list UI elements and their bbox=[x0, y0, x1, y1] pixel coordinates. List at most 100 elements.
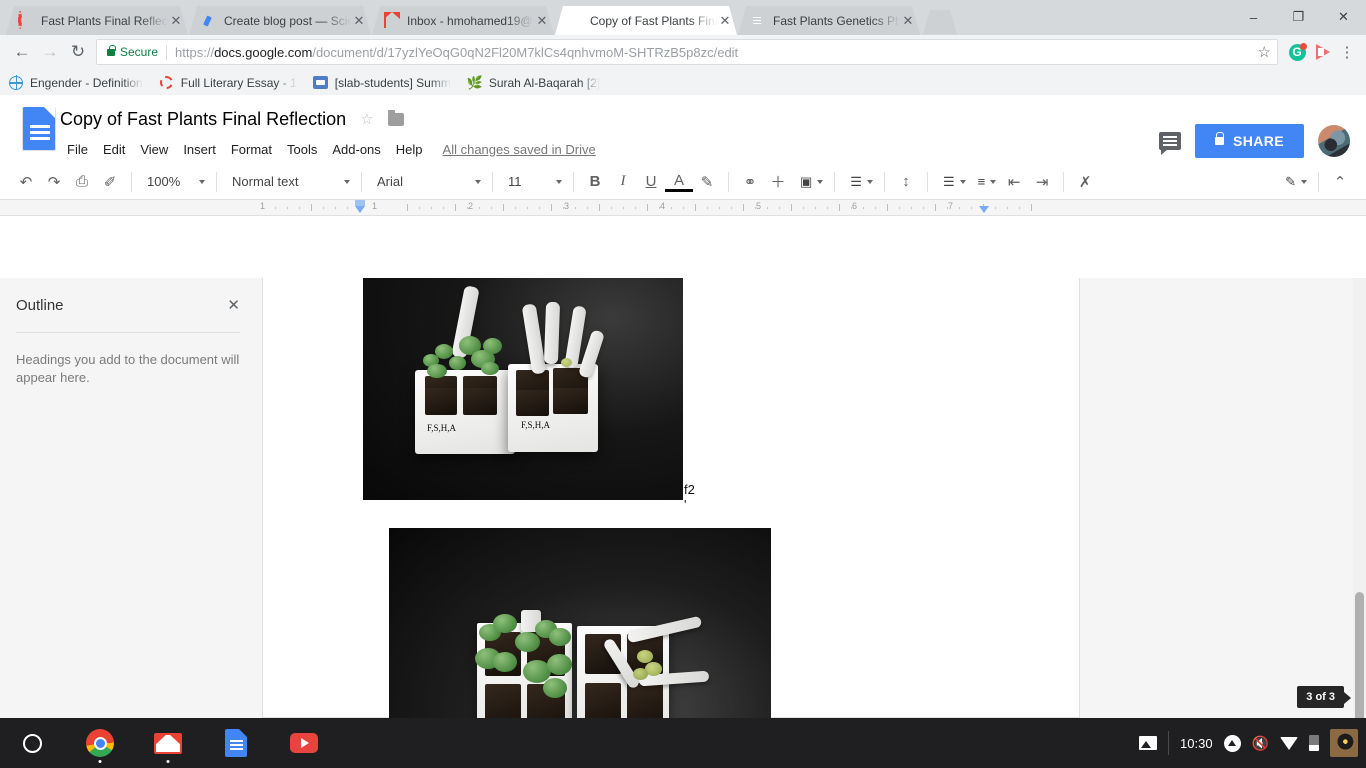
star-icon[interactable]: ☆ bbox=[360, 110, 373, 128]
bookmark-item[interactable]: [slab-students] Summ bbox=[313, 75, 451, 91]
tab-close-button[interactable]: ✕ bbox=[168, 14, 184, 27]
maximize-button[interactable]: ❐ bbox=[1276, 0, 1321, 34]
close-window-button[interactable]: ✕ bbox=[1321, 0, 1366, 34]
plant-photo-2[interactable] bbox=[389, 528, 771, 718]
menu-add-ons[interactable]: Add-ons bbox=[325, 139, 387, 160]
grammarly-icon[interactable]: G bbox=[1284, 39, 1310, 65]
bookmark-item[interactable]: Full Literary Essay - 1 bbox=[159, 75, 297, 91]
bookmark-star-icon[interactable]: ☆ bbox=[1258, 43, 1271, 61]
clock[interactable]: 10:30 bbox=[1180, 736, 1213, 751]
menu-help[interactable]: Help bbox=[389, 139, 430, 160]
menu-view[interactable]: View bbox=[133, 139, 175, 160]
document-canvas[interactable]: F,S,H,A F,S,H,A bbox=[256, 278, 1366, 718]
toolbar-right-group: ✎ ⌃ bbox=[1277, 168, 1354, 196]
volume-muted-icon[interactable]: 🔇 bbox=[1252, 735, 1269, 752]
toolbar-divider bbox=[361, 172, 362, 192]
upload-icon[interactable] bbox=[1224, 735, 1241, 752]
tab-close-button[interactable]: ✕ bbox=[351, 14, 367, 27]
increase-indent-button[interactable]: ⇥ bbox=[1028, 168, 1056, 196]
document-scrollbar-track[interactable] bbox=[1353, 278, 1366, 718]
paragraph-style-select[interactable]: Normal text bbox=[224, 168, 354, 196]
zoom-select[interactable]: 100% bbox=[139, 168, 209, 196]
editing-mode-button[interactable]: ✎ bbox=[1277, 168, 1311, 196]
align-button[interactable]: ☰ bbox=[842, 168, 877, 196]
battery-icon[interactable] bbox=[1309, 735, 1319, 751]
browser-tab-0[interactable]: Fast Plants Final Reflecti ✕ bbox=[6, 6, 188, 35]
decrease-indent-button[interactable]: ⇤ bbox=[1000, 168, 1028, 196]
forward-button[interactable]: → bbox=[36, 38, 64, 66]
chevron-down-icon bbox=[344, 180, 350, 184]
document-image-2-wrap[interactable]: f2 bbox=[389, 528, 771, 718]
menu-insert[interactable]: Insert bbox=[176, 139, 223, 160]
numbered-list-button[interactable]: ☰ bbox=[935, 168, 970, 196]
bold-button[interactable]: B bbox=[581, 168, 609, 196]
clear-formatting-button[interactable]: ✗ bbox=[1071, 168, 1099, 196]
google-docs-icon[interactable] bbox=[16, 107, 50, 151]
menu-tools[interactable]: Tools bbox=[280, 139, 324, 160]
tab-close-button[interactable]: ✕ bbox=[717, 14, 733, 27]
tab-close-button[interactable]: ✕ bbox=[534, 14, 550, 27]
bulleted-list-icon: ≡ bbox=[978, 174, 986, 189]
document-ruler[interactable]: 1 1 2 3 4 5 6 7 bbox=[256, 200, 1366, 215]
redo-button[interactable]: ↷ bbox=[40, 168, 68, 196]
wifi-icon[interactable] bbox=[1280, 737, 1298, 750]
close-icon[interactable]: ✕ bbox=[227, 296, 240, 314]
screenshot-icon[interactable] bbox=[1139, 736, 1157, 750]
browser-tab-3-active[interactable]: Copy of Fast Plants Fina ✕ bbox=[555, 6, 737, 35]
ring-icon bbox=[18, 13, 34, 29]
album-art[interactable] bbox=[1330, 729, 1358, 757]
move-to-folder-icon[interactable] bbox=[388, 113, 404, 126]
italic-button[interactable]: I bbox=[609, 168, 637, 196]
comments-icon[interactable] bbox=[1159, 132, 1181, 150]
document-image-1-wrap[interactable]: F,S,H,A F,S,H,A bbox=[363, 278, 683, 500]
share-button[interactable]: SHARE bbox=[1195, 124, 1304, 158]
avatar[interactable] bbox=[1318, 125, 1350, 157]
save-status[interactable]: All changes saved in Drive bbox=[443, 142, 596, 157]
document-scrollbar-thumb[interactable] bbox=[1355, 592, 1364, 718]
pocket-icon[interactable] bbox=[1310, 39, 1336, 65]
toolbar-divider bbox=[216, 172, 217, 192]
address-bar[interactable]: Secure https://docs.google.com/document/… bbox=[96, 39, 1278, 65]
reload-button[interactable]: ↻ bbox=[64, 38, 92, 66]
undo-button[interactable]: ↶ bbox=[12, 168, 40, 196]
tab-title: Inbox - hmohamed19@s bbox=[407, 14, 534, 28]
collapse-toolbar-button[interactable]: ⌃ bbox=[1326, 168, 1354, 196]
bookmark-item[interactable]: 🌿 Surah Al-Baqarah [2] bbox=[467, 75, 600, 91]
document-title[interactable]: Copy of Fast Plants Final Reflection bbox=[60, 109, 346, 130]
browser-tab-1[interactable]: Create blog post — Scien ✕ bbox=[189, 6, 371, 35]
gmail-icon[interactable] bbox=[144, 719, 192, 767]
system-taskbar: 10:30 🔇 bbox=[0, 718, 1366, 768]
bookmark-item[interactable]: Engender - Definition bbox=[8, 75, 143, 91]
browser-tab-2[interactable]: Inbox - hmohamed19@s ✕ bbox=[372, 6, 554, 35]
plant-photo-1[interactable]: F,S,H,A F,S,H,A bbox=[363, 278, 683, 500]
line-spacing-button[interactable]: ↕ bbox=[892, 168, 920, 196]
chrome-icon[interactable] bbox=[76, 719, 124, 767]
google-docs-icon[interactable] bbox=[212, 719, 260, 767]
font-select[interactable]: Arial bbox=[369, 168, 485, 196]
highlight-color-button[interactable]: ✎ bbox=[693, 168, 721, 196]
menu-format[interactable]: Format bbox=[224, 139, 279, 160]
new-tab-button[interactable] bbox=[923, 10, 957, 34]
font-size-select[interactable]: 11 bbox=[500, 168, 566, 196]
insert-link-button[interactable]: ⚭ bbox=[736, 168, 764, 196]
text-color-button[interactable]: A bbox=[665, 171, 693, 192]
insert-image-button[interactable]: ▣ bbox=[792, 168, 827, 196]
add-comment-button[interactable]: ＋ bbox=[764, 168, 792, 196]
document-page[interactable]: F,S,H,A F,S,H,A bbox=[262, 278, 1080, 718]
back-button[interactable]: ← bbox=[8, 38, 36, 66]
browser-tab-4[interactable]: Fast Plants Genetics Pho ✕ bbox=[738, 6, 920, 35]
menu-edit[interactable]: Edit bbox=[96, 139, 132, 160]
print-button[interactable]: ⎙ bbox=[68, 168, 96, 196]
right-indent-marker[interactable] bbox=[979, 206, 989, 213]
chrome-menu-icon[interactable]: ⋮ bbox=[1336, 43, 1358, 61]
system-status-area[interactable]: 10:30 🔇 bbox=[1139, 729, 1366, 757]
first-line-indent-marker[interactable] bbox=[355, 206, 365, 213]
tab-close-button[interactable]: ✕ bbox=[900, 14, 916, 27]
underline-button[interactable]: U bbox=[637, 168, 665, 196]
youtube-icon[interactable] bbox=[280, 719, 328, 767]
launcher-icon[interactable] bbox=[8, 719, 56, 767]
menu-file[interactable]: File bbox=[60, 139, 95, 160]
paint-format-button[interactable]: ✐ bbox=[96, 168, 124, 196]
bulleted-list-button[interactable]: ≡ bbox=[970, 168, 1001, 196]
minimize-button[interactable]: – bbox=[1231, 0, 1276, 34]
